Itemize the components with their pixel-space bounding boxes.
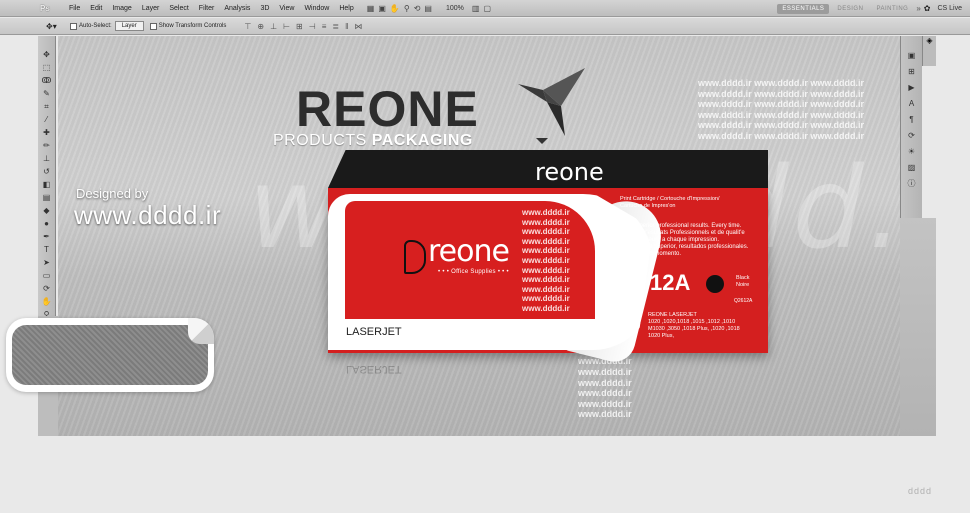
align-middle-icon[interactable]: ⊕ bbox=[257, 22, 265, 31]
type-tool-icon[interactable]: T bbox=[40, 245, 53, 255]
sku-text: Q2612A bbox=[734, 298, 753, 304]
photoshop-logo-icon: Ps bbox=[40, 3, 50, 13]
quick-select-tool-icon[interactable]: ✎ bbox=[40, 89, 53, 99]
align-bottom-icon[interactable]: ⊥ bbox=[270, 22, 278, 31]
bridge-icon[interactable]: ▦ bbox=[367, 4, 375, 13]
chevron-right-icon[interactable]: » bbox=[916, 4, 920, 13]
menu-image[interactable]: Image bbox=[107, 0, 136, 17]
healing-brush-icon[interactable]: ✚ bbox=[40, 128, 53, 138]
path-select-icon[interactable]: ➤ bbox=[40, 258, 53, 268]
actions-panel-icon[interactable]: ▶ bbox=[906, 82, 918, 93]
marquee-tool-icon[interactable]: ⬚ bbox=[40, 63, 53, 73]
peel-sticker bbox=[6, 318, 214, 392]
minibridge-icon[interactable]: ▣ bbox=[378, 4, 386, 13]
distribute-v-icon[interactable]: ≣ bbox=[332, 22, 340, 31]
zoom-tool-icon[interactable]: ⚲ bbox=[404, 4, 410, 13]
tools-panel: ✥ ⬚ ↂ ✎ ⌗ ⁄ ✚ ✏ ⊥ ↺ ◧ ▤ ◆ ● ✒ T ➤ ▭ ⟳ ✋ … bbox=[38, 36, 56, 319]
menu-window[interactable]: Window bbox=[299, 0, 334, 17]
3d-rotate-icon[interactable]: ⟳ bbox=[40, 284, 53, 294]
extras-icon[interactable]: ▥ bbox=[472, 4, 480, 13]
layers-panel-icon[interactable]: ▣ bbox=[906, 50, 918, 61]
reone-r-logo-icon bbox=[404, 240, 426, 274]
rotate-view-icon[interactable]: ⟲ bbox=[414, 4, 421, 13]
footer-watermark-logo: dddd bbox=[908, 486, 933, 496]
superior-results-text: Superior professional results. Every tim… bbox=[632, 223, 749, 257]
move-tool-icon[interactable]: ✥ bbox=[40, 50, 53, 60]
info-panel-icon[interactable]: ⓘ bbox=[906, 178, 918, 189]
blur-tool-icon[interactable]: ◆ bbox=[40, 206, 53, 216]
swatches-panel-icon[interactable]: ◈ bbox=[926, 36, 932, 45]
sticker-texture bbox=[12, 325, 208, 385]
gradient-tool-icon[interactable]: ▤ bbox=[40, 193, 53, 203]
dodge-tool-icon[interactable]: ● bbox=[40, 219, 53, 229]
box-top-logo: reone bbox=[535, 158, 604, 186]
paragraph-panel-icon[interactable]: ¶ bbox=[906, 114, 918, 125]
options-bar: ✥▾ Auto-Select: Layer Show Transform Con… bbox=[0, 18, 970, 35]
crop-tool-icon[interactable]: ⌗ bbox=[40, 102, 53, 112]
collapsed-panel-strip[interactable]: ◈ bbox=[922, 36, 936, 66]
screen-mode-icon[interactable]: ▢ bbox=[483, 4, 491, 13]
color-name-text: Black Noire bbox=[736, 275, 750, 288]
laserjet-reflection: LASERJET bbox=[346, 363, 402, 375]
distribute-h-icon[interactable]: ‖ bbox=[345, 22, 349, 31]
auto-select-dropdown[interactable]: Layer bbox=[114, 21, 144, 31]
menu-edit[interactable]: Edit bbox=[85, 0, 107, 17]
history-brush-icon[interactable]: ↺ bbox=[40, 167, 53, 177]
eraser-tool-icon[interactable]: ◧ bbox=[40, 180, 53, 190]
menu-filter[interactable]: Filter bbox=[194, 0, 220, 17]
menu-view[interactable]: View bbox=[274, 0, 299, 17]
lasso-tool-icon[interactable]: ↂ bbox=[40, 76, 53, 86]
print-cartridge-text: Print Cartridge / Cortouche d'Impression… bbox=[620, 196, 720, 209]
menu-select[interactable]: Select bbox=[164, 0, 193, 17]
character-panel-icon[interactable]: A bbox=[906, 98, 918, 109]
model-number: 12A bbox=[650, 270, 691, 295]
box-logo: reone bbox=[428, 234, 510, 269]
canvas-right-margin bbox=[900, 218, 936, 436]
brush-tool-icon[interactable]: ✏ bbox=[40, 141, 53, 151]
align-left-icon[interactable]: ⊢ bbox=[283, 22, 291, 31]
transform-controls-checkbox[interactable] bbox=[149, 22, 157, 30]
hand-icon[interactable]: ✋ bbox=[390, 4, 400, 13]
masks-panel-icon[interactable]: ▨ bbox=[906, 162, 918, 173]
workspace-essentials[interactable]: ESSENTIALS bbox=[777, 3, 830, 14]
black-color-dot bbox=[706, 275, 724, 293]
cs-live-icon: ✿ bbox=[923, 4, 931, 13]
distribute-icon[interactable]: ≡ bbox=[322, 22, 328, 31]
menu-analysis[interactable]: Analysis bbox=[219, 0, 255, 17]
panels-dock: ▣ ⊞ ▶ A ¶ ⟳ ☀ ▨ ⓘ bbox=[900, 36, 922, 218]
clone-source-icon[interactable]: ⟳ bbox=[906, 130, 918, 141]
zoom-level[interactable]: 100% bbox=[446, 5, 464, 12]
box-watermark: www.dddd.ir www.dddd.ir www.dddd.ir www.… bbox=[522, 208, 570, 313]
menu-layer[interactable]: Layer bbox=[137, 0, 165, 17]
menu-bar: Ps File Edit Image Layer Select Filter A… bbox=[0, 0, 970, 17]
history-panel-icon[interactable]: ⊞ bbox=[906, 66, 918, 77]
clone-stamp-icon[interactable]: ⊥ bbox=[40, 154, 53, 164]
workspace-painting[interactable]: PAINTING bbox=[871, 4, 913, 14]
office-supplies-text: • • • Office Supplies • • • bbox=[438, 269, 509, 275]
menu-file[interactable]: File bbox=[64, 0, 85, 17]
move-tool-preset-icon[interactable]: ✥▾ bbox=[46, 22, 64, 31]
align-top-icon[interactable]: ⊤ bbox=[244, 22, 252, 31]
laserjet-label: LASERJET bbox=[346, 326, 402, 338]
eyedropper-tool-icon[interactable]: ⁄ bbox=[40, 115, 53, 125]
align-right-icon[interactable]: ⊣ bbox=[309, 22, 317, 31]
compatibility-text: REONE LASERJET 1020 ,1020,1018 ,1015 ,101… bbox=[648, 312, 740, 339]
arrange-docs-icon[interactable]: ▤ bbox=[424, 4, 432, 13]
transform-controls-label: Show Transform Controls bbox=[158, 23, 227, 29]
workspace-design[interactable]: DESIGN bbox=[832, 4, 868, 14]
auto-select-checkbox[interactable] bbox=[70, 22, 77, 30]
hand-tool-icon[interactable]: ✋ bbox=[40, 297, 53, 307]
menu-help[interactable]: Help bbox=[334, 0, 358, 17]
align-center-icon[interactable]: ⊞ bbox=[296, 22, 304, 31]
auto-align-icon[interactable]: ⋈ bbox=[354, 22, 363, 31]
cs-live-button[interactable]: CS Live bbox=[933, 5, 970, 12]
pen-tool-icon[interactable]: ✒ bbox=[40, 232, 53, 242]
adjustments-panel-icon[interactable]: ☀ bbox=[906, 146, 918, 157]
auto-select-label: Auto-Select: bbox=[79, 23, 112, 29]
menu-3d[interactable]: 3D bbox=[255, 0, 274, 17]
shape-tool-icon[interactable]: ▭ bbox=[40, 271, 53, 281]
